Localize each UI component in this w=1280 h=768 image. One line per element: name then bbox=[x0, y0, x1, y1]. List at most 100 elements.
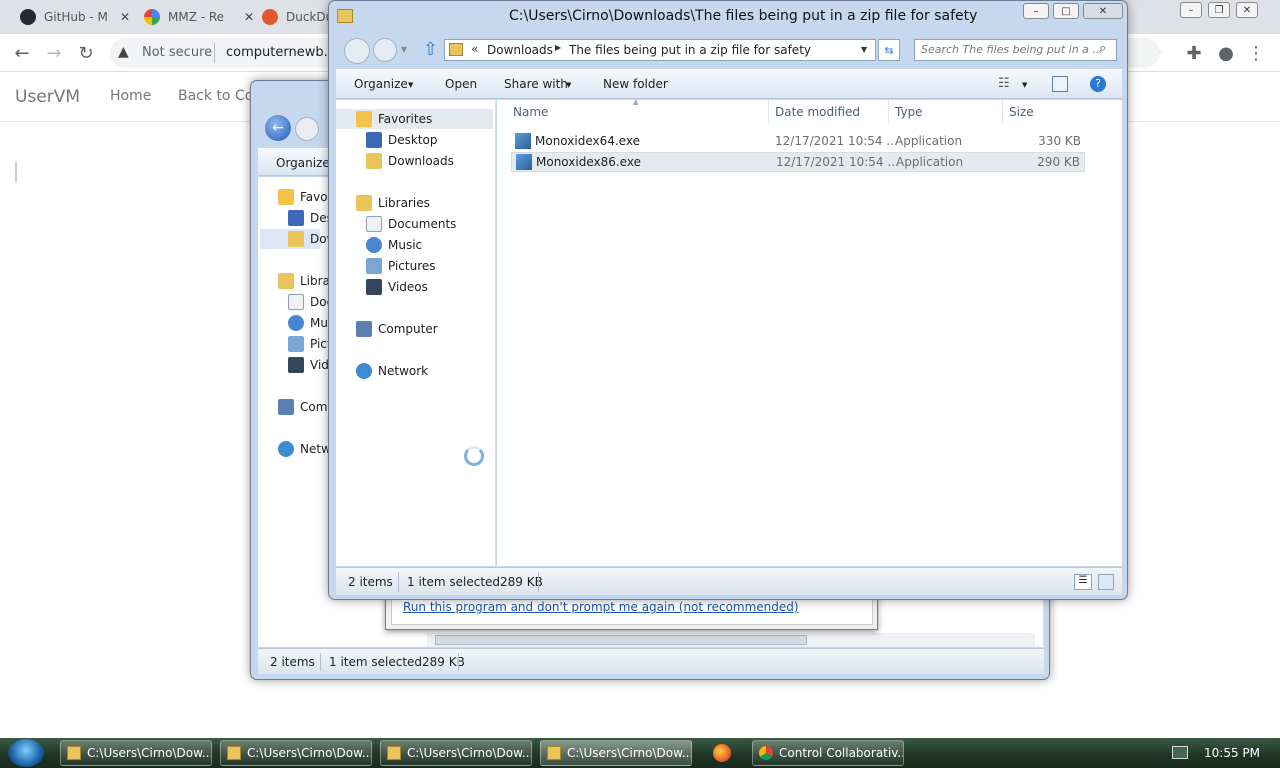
help-icon[interactable]: ? bbox=[1090, 76, 1106, 92]
forward-arrow-icon[interactable] bbox=[373, 38, 397, 62]
status-item-count: 2 items bbox=[348, 575, 393, 589]
music-icon bbox=[288, 315, 304, 331]
reload-icon[interactable]: ↻ bbox=[74, 41, 98, 65]
star-icon bbox=[356, 111, 372, 127]
nav-home[interactable]: Home bbox=[110, 88, 151, 104]
nav-favorites[interactable]: Favorites bbox=[378, 112, 432, 126]
nav-downloads[interactable]: Downloads bbox=[388, 154, 454, 168]
breadcrumb-current[interactable]: The files being put in a zip file for sa… bbox=[569, 43, 811, 57]
table-row[interactable]: Monoxidex64.exe 12/17/2021 10:54 ... App… bbox=[511, 131, 1085, 151]
busy-cursor-icon bbox=[464, 446, 484, 466]
tab-label: GitHub - M bbox=[44, 10, 108, 24]
refresh-icon[interactable]: ⇆ bbox=[878, 39, 900, 61]
libraries-icon bbox=[278, 273, 294, 289]
organize-button[interactable]: Organize bbox=[276, 156, 330, 170]
breadcrumb[interactable]: « Downloads ▶ The files being put in a z… bbox=[444, 39, 876, 61]
open-button[interactable]: Open bbox=[445, 77, 477, 91]
star-icon bbox=[278, 189, 294, 205]
nav-libraries[interactable]: Libraries bbox=[378, 196, 430, 210]
taskbar-explorer-2[interactable]: C:\Users\Cirno\Dow... bbox=[220, 740, 372, 766]
network-tray-icon[interactable] bbox=[1172, 746, 1188, 759]
tab-mmz[interactable]: MMZ - Re ✕ bbox=[134, 4, 260, 30]
start-button-icon[interactable] bbox=[8, 739, 44, 767]
status-item-count: 2 items bbox=[270, 655, 315, 669]
file-name: Monoxidex64.exe bbox=[535, 134, 640, 148]
forward-arrow-icon[interactable]: → bbox=[42, 41, 66, 65]
clock[interactable]: 10:55 PM bbox=[1204, 746, 1260, 760]
nav-computer[interactable]: Computer bbox=[378, 322, 438, 336]
table-row-selected[interactable]: Monoxidex86.exe 12/17/2021 10:54 ... App… bbox=[511, 152, 1085, 172]
explorer-window-front: C:\Users\Cirno\Downloads\The files being… bbox=[328, 0, 1128, 600]
taskbar-chrome[interactable]: Control Collaborativ... bbox=[752, 740, 904, 766]
horizontal-scrollbar[interactable] bbox=[427, 633, 1035, 647]
column-header-date[interactable]: Date modified bbox=[769, 100, 889, 124]
restore-icon[interactable]: ❐ bbox=[1208, 2, 1230, 18]
nav-documents[interactable]: Documents bbox=[388, 217, 456, 231]
chevron-down-icon: ▼ bbox=[408, 81, 414, 89]
tab-duckduckgo[interactable]: DuckDu bbox=[252, 4, 332, 30]
taskbar-explorer-1[interactable]: C:\Users\Cirno\Dow... bbox=[60, 740, 212, 766]
folder-icon bbox=[288, 231, 304, 247]
view-options-icon[interactable]: ☷ bbox=[998, 76, 1010, 91]
folder-icon bbox=[449, 43, 463, 56]
nav-network[interactable]: Netw bbox=[300, 442, 331, 456]
back-arrow-icon[interactable]: ← bbox=[265, 115, 291, 141]
large-icons-view-icon[interactable] bbox=[1098, 574, 1114, 590]
new-folder-button[interactable]: New folder bbox=[603, 77, 668, 91]
nav-music[interactable]: Music bbox=[388, 238, 422, 252]
divider bbox=[398, 572, 399, 592]
nav-music[interactable]: Mu bbox=[310, 316, 328, 330]
menu-icon[interactable]: ⋮ bbox=[1244, 41, 1268, 65]
minimize-icon[interactable]: – bbox=[1023, 3, 1049, 19]
folder-icon bbox=[67, 746, 81, 760]
chevron-down-icon[interactable]: ▼ bbox=[861, 45, 867, 54]
details-view-icon[interactable]: ☰ bbox=[1074, 574, 1092, 590]
nav-desktop[interactable]: Desktop bbox=[388, 133, 438, 147]
forward-arrow-icon[interactable] bbox=[295, 117, 319, 141]
taskbar-label: C:\Users\Cirno\Dow... bbox=[407, 746, 532, 760]
tab-github[interactable]: GitHub - M ✕ bbox=[10, 4, 136, 30]
extensions-icon[interactable]: ✚ bbox=[1182, 41, 1206, 65]
close-icon[interactable]: ✕ bbox=[1236, 2, 1258, 18]
nav-network[interactable]: Network bbox=[378, 364, 428, 378]
run-without-prompt-link[interactable]: Run this program and don't prompt me aga… bbox=[403, 600, 799, 614]
maximize-icon[interactable]: □ bbox=[1053, 3, 1079, 19]
chevron-down-icon[interactable]: ▼ bbox=[1022, 81, 1027, 89]
site-brand[interactable]: UserVM bbox=[15, 87, 80, 107]
column-header-size[interactable]: Size bbox=[1003, 100, 1083, 124]
close-icon[interactable]: ✕ bbox=[1083, 3, 1123, 19]
preview-pane-icon[interactable] bbox=[1052, 76, 1068, 92]
back-arrow-icon[interactable]: ← bbox=[10, 41, 34, 65]
breadcrumb-downloads[interactable]: Downloads bbox=[487, 43, 553, 57]
column-header-type[interactable]: Type bbox=[889, 100, 1003, 124]
firefox-icon[interactable] bbox=[713, 744, 731, 762]
nav-back-to-collab[interactable]: Back to Col bbox=[178, 88, 257, 104]
search-icon[interactable]: ⌕ bbox=[1099, 41, 1106, 56]
google-icon bbox=[144, 9, 160, 25]
document-icon bbox=[288, 294, 304, 310]
status-size: 289 KB bbox=[500, 575, 543, 589]
search-input[interactable]: Search The files being put in a ... ⌕ bbox=[914, 39, 1117, 61]
videos-icon bbox=[288, 357, 304, 373]
scrollbar-thumb[interactable] bbox=[435, 635, 807, 645]
organize-button[interactable]: Organize bbox=[354, 77, 408, 91]
divider bbox=[214, 43, 215, 63]
file-name: Monoxidex86.exe bbox=[536, 155, 641, 169]
search-placeholder: Search The files being put in a ... bbox=[921, 43, 1103, 56]
up-arrow-icon[interactable]: ⇧ bbox=[423, 39, 438, 60]
profile-icon[interactable]: ● bbox=[1214, 41, 1238, 65]
recent-pages-icon[interactable]: ▼ bbox=[401, 45, 407, 54]
chevron-right-icon[interactable]: ▶ bbox=[555, 43, 561, 52]
back-arrow-icon[interactable] bbox=[344, 38, 370, 64]
share-with-button[interactable]: Share with bbox=[504, 77, 568, 91]
taskbar-explorer-4-active[interactable]: C:\Users\Cirno\Dow... bbox=[540, 740, 692, 766]
command-bar: Organize ▼ Open Share with ▼ New folder … bbox=[336, 69, 1122, 99]
nav-videos[interactable]: Videos bbox=[388, 280, 428, 294]
minimize-icon[interactable]: – bbox=[1180, 2, 1202, 18]
chrome-icon bbox=[759, 746, 773, 760]
nav-pictures[interactable]: Pictures bbox=[388, 259, 436, 273]
close-icon[interactable]: ✕ bbox=[120, 10, 130, 24]
breadcrumb-overflow[interactable]: « bbox=[471, 42, 478, 56]
status-bar: 2 items 1 item selected 289 KB ☰ bbox=[336, 567, 1122, 595]
taskbar-explorer-3[interactable]: C:\Users\Cirno\Dow... bbox=[380, 740, 532, 766]
